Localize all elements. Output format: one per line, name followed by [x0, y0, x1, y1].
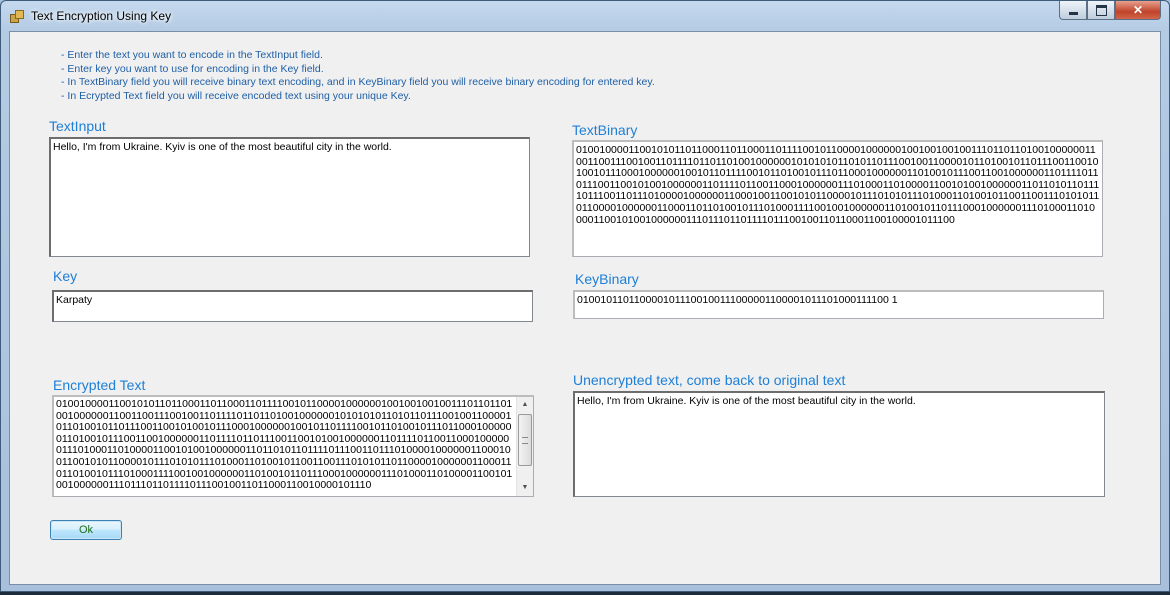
- key-binary-field[interactable]: 0100101101100001011100100111000001100001…: [573, 290, 1104, 319]
- app-icon: [10, 10, 24, 23]
- key-binary-label: KeyBinary: [575, 271, 639, 287]
- encrypted-text-field[interactable]: 0100100001100101011011000110110001101111…: [52, 395, 534, 497]
- minimize-icon: [1068, 11, 1078, 15]
- form-client-area: - Enter the text you want to encode in t…: [9, 31, 1161, 585]
- vertical-scrollbar[interactable]: ▲ ▼: [516, 397, 533, 496]
- window-title: Text Encryption Using Key: [31, 9, 172, 23]
- text-input-label: TextInput: [49, 118, 106, 134]
- close-icon: ✕: [1132, 3, 1144, 17]
- encrypted-text-label: Encrypted Text: [53, 377, 146, 393]
- window-controls: ✕: [1059, 1, 1161, 20]
- minimize-button[interactable]: [1059, 1, 1087, 20]
- title-bar[interactable]: Text Encryption Using Key ✕: [1, 1, 1169, 31]
- text-binary-label: TextBinary: [572, 122, 638, 138]
- maximize-icon: [1095, 4, 1107, 16]
- unencrypted-text-label: Unencrypted text, come back to original …: [573, 372, 846, 388]
- instruction-line: - In Ecrypted Text field you will receiv…: [61, 89, 411, 102]
- instruction-line: - In TextBinary field you will receive b…: [61, 76, 655, 88]
- encrypted-text-content: 0100100001100101011011000110110001101111…: [56, 398, 513, 492]
- scroll-thumb[interactable]: [518, 414, 532, 466]
- instruction-line: - Enter key you want to use for encoding…: [61, 62, 324, 75]
- main-window: Text Encryption Using Key ✕ - Enter the …: [0, 0, 1170, 592]
- scroll-up-arrow-icon[interactable]: ▲: [517, 397, 533, 413]
- scroll-down-arrow-icon[interactable]: ▼: [517, 480, 533, 496]
- key-field[interactable]: Karpaty: [52, 290, 533, 322]
- ok-button[interactable]: Ok: [50, 520, 122, 540]
- close-button[interactable]: ✕: [1115, 1, 1161, 20]
- text-input-field[interactable]: Hello, I'm from Ukraine. Kyiv is one of …: [49, 137, 530, 257]
- instructions-block: - Enter the text you want to encode in t…: [61, 49, 655, 103]
- unencrypted-text-field[interactable]: Hello, I'm from Ukraine. Kyiv is one of …: [573, 391, 1105, 497]
- instruction-line: - Enter the text you want to encode in t…: [61, 49, 323, 61]
- maximize-button[interactable]: [1087, 1, 1115, 20]
- text-binary-field[interactable]: 0100100001100101011011000110110001101111…: [572, 140, 1103, 257]
- key-label: Key: [53, 268, 78, 284]
